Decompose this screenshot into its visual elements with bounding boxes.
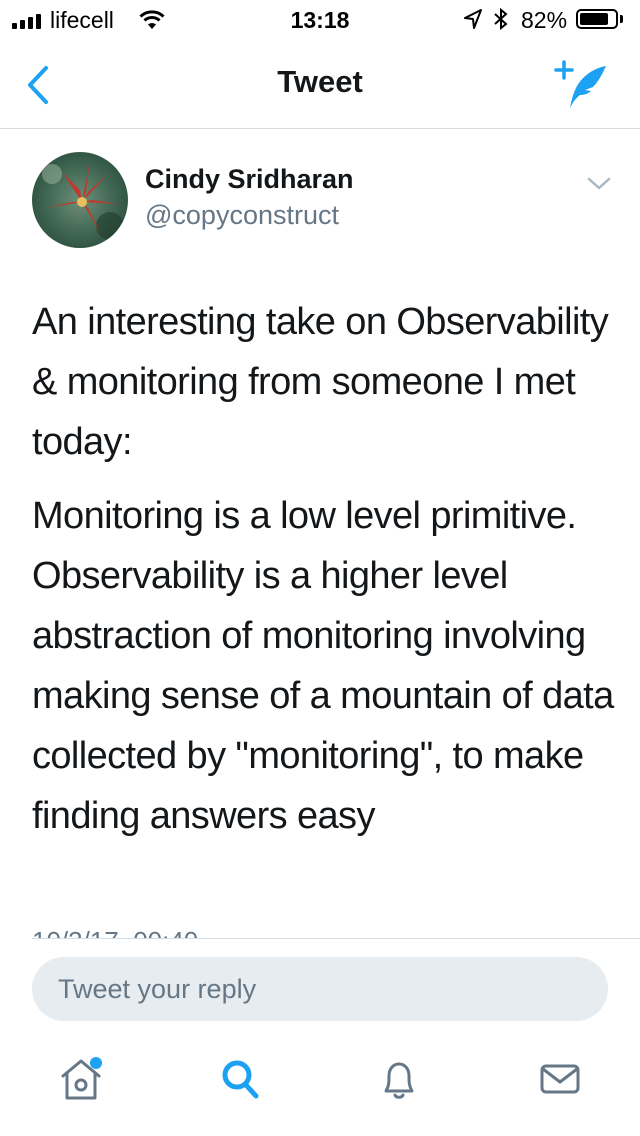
reply-placeholder: Tweet your reply <box>58 974 257 1004</box>
location-arrow-icon <box>464 9 482 29</box>
battery-icon <box>576 9 618 29</box>
tweet-options-button[interactable] <box>586 174 612 194</box>
search-icon <box>222 1060 259 1099</box>
tweet-timestamp: 10/3/17, 00:40 <box>32 928 198 938</box>
battery-nub <box>620 15 623 23</box>
nav-bar: Tweet <box>0 40 640 129</box>
tab-notifications[interactable] <box>364 1054 434 1124</box>
divider <box>32 938 640 939</box>
messages-icon <box>540 1064 580 1094</box>
chevron-down-icon <box>587 177 611 190</box>
author-name[interactable]: Cindy Sridharan <box>145 164 354 195</box>
home-new-content-badge <box>90 1057 102 1069</box>
battery-level-fill <box>580 13 608 25</box>
tweet-paragraph: An interesting take on Observability & m… <box>32 301 609 463</box>
reply-input[interactable]: Tweet your reply <box>32 957 608 1021</box>
compose-tweet-icon <box>554 60 606 108</box>
battery-percent: 82% <box>521 7 568 33</box>
tab-bar <box>0 1040 640 1136</box>
tweet-text: An interesting take on Observability & m… <box>32 292 617 860</box>
page-title: Tweet <box>277 64 363 99</box>
avatar[interactable] <box>32 152 128 248</box>
author-handle[interactable]: @copyconstruct <box>145 200 339 231</box>
compose-tweet-button[interactable] <box>554 58 614 114</box>
status-bar: lifecell 13:18 82% <box>0 0 640 40</box>
tab-search[interactable] <box>205 1054 275 1124</box>
bluetooth-icon <box>494 7 508 31</box>
notifications-icon <box>384 1062 414 1099</box>
tab-home[interactable] <box>46 1054 116 1124</box>
tab-messages[interactable] <box>525 1054 595 1124</box>
avatar-image <box>32 152 128 248</box>
tweet-paragraph: Monitoring is a low level primitive. Obs… <box>32 495 614 837</box>
